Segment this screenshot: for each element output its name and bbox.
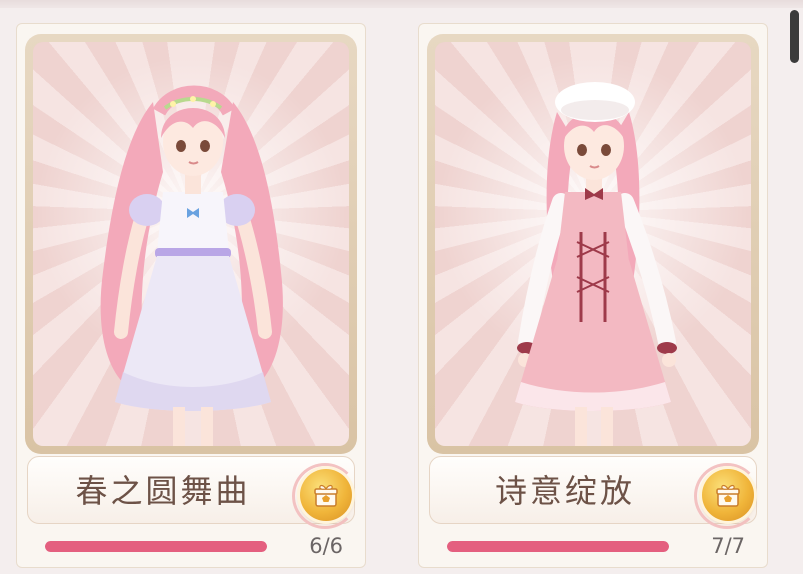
collection-count: 6/6 (309, 534, 343, 558)
scrollbar[interactable] (790, 10, 799, 63)
collection-progress-bar (447, 541, 669, 552)
character-illustration-poetic-bloom (515, 82, 677, 446)
gift-reward-button[interactable] (702, 469, 754, 521)
character-portrait[interactable] (435, 42, 751, 446)
portrait-frame (25, 34, 357, 454)
portrait-frame (427, 34, 759, 454)
outfit-card-2[interactable]: 诗意绽放 7/7 (418, 23, 768, 568)
top-strip (0, 0, 803, 8)
character-illustration-spring-waltz (100, 85, 283, 446)
outfit-name: 春之圆舞曲 (75, 472, 251, 510)
progress-fill (447, 541, 669, 552)
outfit-name-plate: 春之圆舞曲 (27, 456, 358, 529)
collection-progress-bar (45, 541, 267, 552)
gift-box-icon (314, 484, 338, 507)
character-portrait[interactable] (33, 42, 349, 446)
collection-count: 7/7 (711, 534, 745, 558)
outfit-card-1[interactable]: 春之圆舞曲 6/6 (16, 23, 366, 568)
outfit-name: 诗意绽放 (494, 472, 635, 510)
progress-fill (45, 541, 267, 552)
outfit-name-plate: 诗意绽放 (429, 456, 760, 529)
gift-reward-button[interactable] (300, 469, 352, 521)
gift-box-icon (716, 484, 740, 507)
